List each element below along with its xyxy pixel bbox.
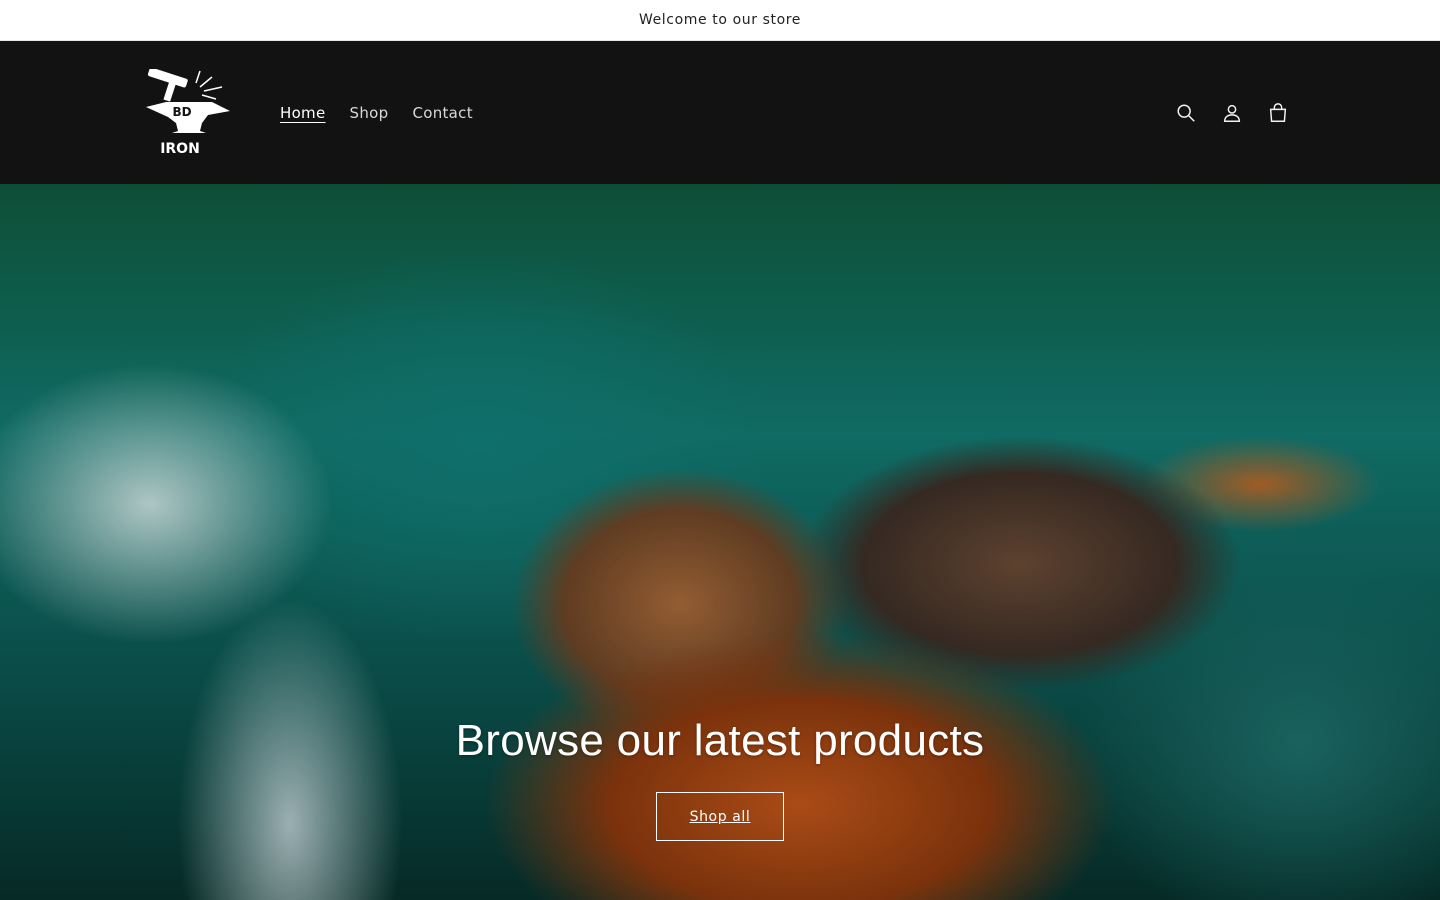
search-icon: [1177, 103, 1195, 122]
logo-text-bd: BD: [172, 105, 191, 119]
cart-button[interactable]: [1258, 93, 1298, 133]
main-nav: Home Shop Contact: [268, 96, 485, 130]
site-header: BD IRON Home Shop Contact: [0, 41, 1440, 184]
hero-content: Browse our latest products Shop all: [0, 716, 1440, 841]
cart-icon: [1269, 102, 1287, 122]
account-icon: [1223, 104, 1241, 122]
nav-home[interactable]: Home: [268, 96, 338, 130]
nav-shop[interactable]: Shop: [338, 96, 401, 130]
hero-banner: Browse our latest products Shop all: [0, 184, 1440, 900]
hero-title: Browse our latest products: [455, 716, 985, 765]
shop-all-button[interactable]: Shop all: [656, 792, 784, 841]
nav-contact[interactable]: Contact: [400, 96, 484, 130]
logo-text-iron: IRON: [160, 141, 200, 157]
anvil-hammer-logo: BD IRON: [146, 68, 230, 157]
header-icons: [1166, 93, 1298, 133]
announcement-bar: Welcome to our store: [0, 0, 1440, 41]
search-button[interactable]: [1166, 93, 1206, 133]
announcement-text: Welcome to our store: [638, 12, 802, 28]
account-button[interactable]: [1212, 93, 1252, 133]
logo-link[interactable]: BD IRON: [142, 68, 234, 157]
